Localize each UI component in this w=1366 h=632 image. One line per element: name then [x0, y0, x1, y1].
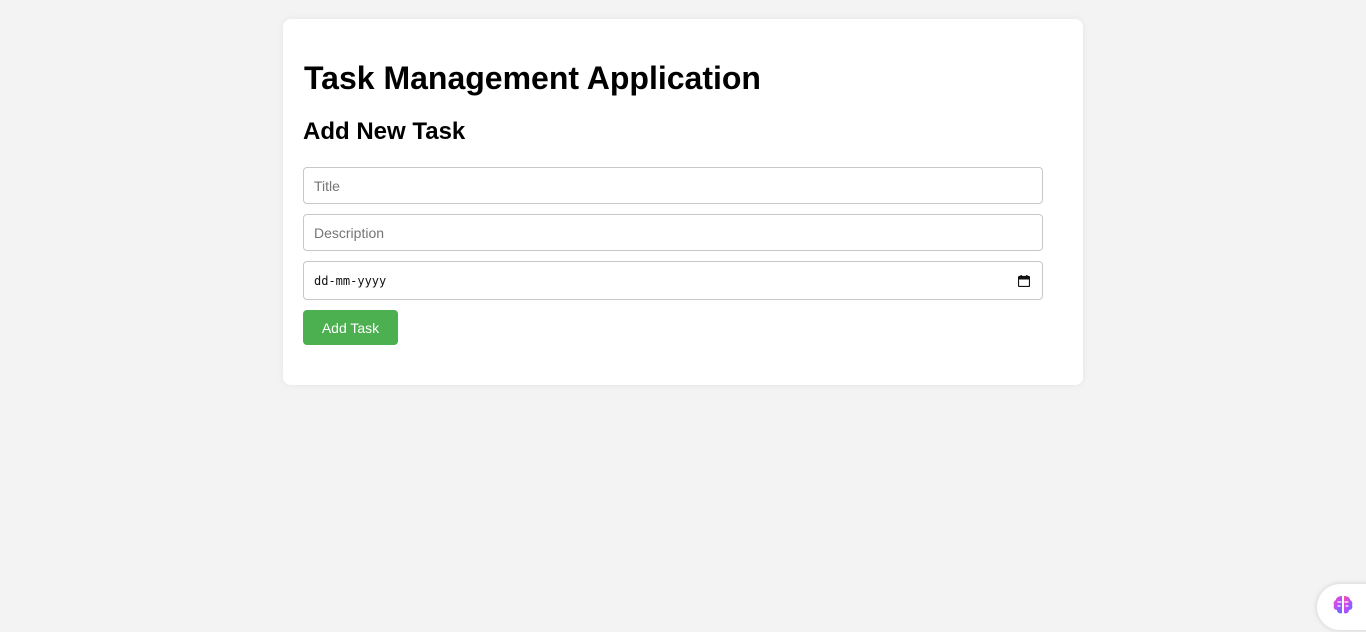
- task-card: Task Management Application Add New Task…: [283, 19, 1083, 385]
- calendar-icon[interactable]: [1018, 274, 1030, 287]
- brain-icon: [1331, 593, 1355, 622]
- date-placeholder: dd-mm-yyyy: [314, 273, 387, 288]
- due-date-input[interactable]: dd-mm-yyyy: [303, 261, 1043, 300]
- page-title: Task Management Application: [304, 60, 761, 96]
- assistant-badge[interactable]: [1317, 584, 1366, 630]
- title-input[interactable]: [303, 167, 1043, 204]
- description-input[interactable]: [303, 214, 1043, 251]
- add-task-heading: Add New Task: [303, 118, 466, 145]
- add-task-button[interactable]: Add Task: [303, 310, 398, 345]
